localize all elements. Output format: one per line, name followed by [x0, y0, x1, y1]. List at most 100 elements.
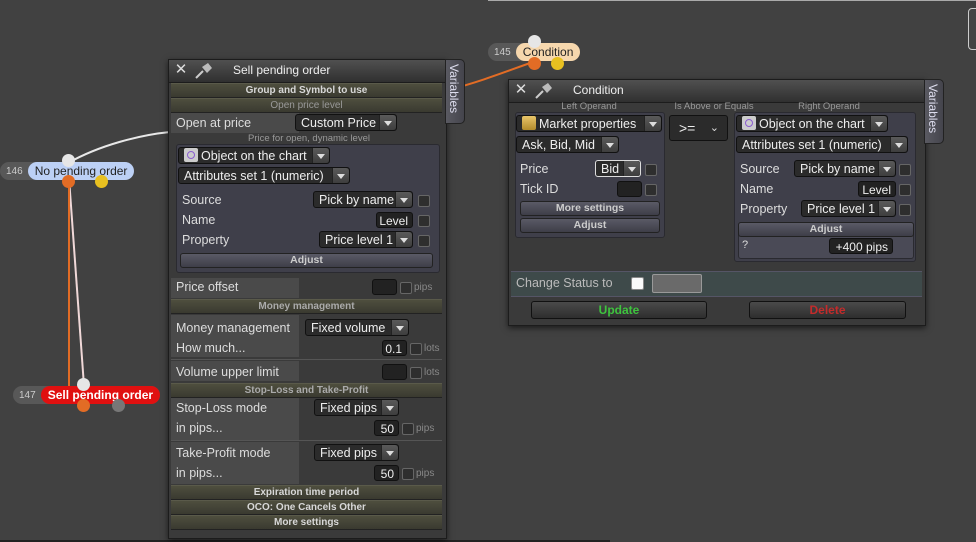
- section-oco[interactable]: OCO: One Cancels Other: [171, 500, 442, 515]
- how-much-field[interactable]: 0.1: [382, 340, 407, 356]
- price-sub-label: Price for open, dynamic level: [248, 133, 370, 144]
- tp-in-pips-checkbox[interactable]: [402, 468, 414, 480]
- node-input-connector[interactable]: [528, 35, 541, 48]
- left-adjust-button[interactable]: Adjust: [520, 218, 660, 233]
- dropdown-value: Object on the chart: [759, 117, 865, 131]
- right-property-checkbox[interactable]: [899, 204, 911, 216]
- tp-in-pips-label: in pips...: [176, 466, 223, 480]
- change-status-checkbox[interactable]: [631, 277, 644, 290]
- right-name-checkbox[interactable]: [899, 184, 911, 196]
- price-offset-checkbox[interactable]: [400, 282, 412, 294]
- price-offset-label: Price offset: [176, 280, 239, 294]
- take-profit-mode-dropdown[interactable]: Fixed pips: [314, 444, 399, 461]
- sl-in-pips-field[interactable]: 50: [374, 420, 399, 436]
- left-type-dropdown[interactable]: Ask, Bid, Mid: [516, 136, 619, 153]
- dropdown-value: Attributes set 1 (numeric): [742, 138, 882, 152]
- variables-tab[interactable]: Variables: [924, 79, 944, 144]
- panel-titlebar[interactable]: ✕ Sell pending order: [169, 60, 446, 83]
- side-handle[interactable]: [968, 8, 976, 50]
- name-field[interactable]: Level: [376, 212, 413, 228]
- adjust-question-label: ?: [742, 239, 749, 251]
- update-button[interactable]: Update: [531, 301, 707, 319]
- right-name-field[interactable]: Level: [858, 181, 896, 197]
- node-output-connector[interactable]: [112, 399, 125, 412]
- variables-tab[interactable]: Variables: [445, 59, 465, 124]
- right-name-label: Name: [740, 182, 774, 196]
- node-input-connector[interactable]: [77, 378, 90, 391]
- stop-loss-mode-dropdown[interactable]: Fixed pips: [314, 399, 399, 416]
- tick-id-field[interactable]: [617, 181, 642, 197]
- chevron-down-icon: [391, 320, 408, 335]
- volume-upper-limit-checkbox[interactable]: [410, 367, 422, 379]
- pin-icon[interactable]: [194, 62, 214, 80]
- section-group-symbol[interactable]: Group and Symbol to use: [171, 83, 442, 98]
- dropdown-value: Market properties: [539, 117, 637, 131]
- section-open-price[interactable]: Open price level: [171, 98, 442, 113]
- node-number: 145: [494, 46, 511, 58]
- price-offset-field[interactable]: [372, 279, 397, 295]
- section-sl-tp[interactable]: Stop-Loss and Take-Profit: [171, 383, 442, 398]
- node-output-connector[interactable]: [95, 175, 108, 188]
- section-more-settings[interactable]: More settings: [171, 515, 442, 530]
- property-dropdown[interactable]: Price level 1: [319, 231, 413, 248]
- price-dropdown[interactable]: Bid: [595, 160, 641, 177]
- left-source-dropdown[interactable]: Market properties: [516, 115, 662, 132]
- dropdown-value: Pick by name: [319, 193, 395, 207]
- node-output-connector[interactable]: [62, 175, 75, 188]
- panel-title: Sell pending order: [233, 63, 331, 77]
- node-output-connector[interactable]: [528, 57, 541, 70]
- status-color-field[interactable]: [652, 274, 702, 293]
- object-dropdown[interactable]: Object on the chart: [178, 147, 330, 164]
- property-checkbox[interactable]: [418, 235, 430, 247]
- how-much-checkbox[interactable]: [410, 343, 422, 355]
- pips-unit: pips: [416, 423, 435, 434]
- chevron-down-icon: [381, 445, 398, 460]
- node-number: 146: [6, 165, 23, 177]
- adjust-button[interactable]: Adjust: [180, 253, 433, 268]
- pin-icon[interactable]: [534, 82, 554, 100]
- right-attributes-dropdown[interactable]: Attributes set 1 (numeric): [736, 136, 908, 153]
- right-adjust-button[interactable]: Adjust: [738, 222, 914, 237]
- lots-unit: lots: [424, 343, 440, 354]
- name-checkbox[interactable]: [418, 215, 430, 227]
- attributes-dropdown[interactable]: Attributes set 1 (numeric): [178, 167, 350, 184]
- dropdown-value: Bid: [601, 162, 620, 176]
- chevron-down-icon: [395, 232, 412, 247]
- right-source-dropdown[interactable]: Object on the chart: [736, 115, 888, 132]
- delete-button[interactable]: Delete: [749, 301, 906, 319]
- right-source-checkbox[interactable]: [899, 164, 911, 176]
- more-settings-button[interactable]: More settings: [520, 201, 660, 216]
- node-label: Condition: [515, 43, 581, 61]
- stop-loss-mode-label: Stop-Loss mode: [176, 401, 268, 415]
- dropdown-value: Pick by name: [800, 162, 876, 176]
- node-label: Sell pending order: [40, 386, 161, 404]
- section-money-management[interactable]: Money management: [171, 299, 442, 314]
- volume-upper-limit-field[interactable]: [382, 364, 407, 380]
- volume-upper-limit-label: Volume upper limit: [176, 365, 279, 379]
- tp-in-pips-field[interactable]: 50: [374, 465, 399, 481]
- chart-object-icon: [184, 148, 198, 162]
- source-checkbox[interactable]: [418, 195, 430, 207]
- chevron-down-icon: [379, 115, 396, 130]
- node-output-connector[interactable]: [77, 399, 90, 412]
- adjust-value-field[interactable]: +400 pips: [829, 238, 893, 254]
- close-icon[interactable]: ✕: [174, 62, 188, 77]
- node-input-connector[interactable]: [62, 154, 75, 167]
- sl-in-pips-checkbox[interactable]: [402, 423, 414, 435]
- right-property-dropdown[interactable]: Price level 1: [801, 200, 896, 217]
- close-icon[interactable]: ✕: [514, 82, 528, 97]
- money-management-dropdown[interactable]: Fixed volume: [305, 319, 409, 336]
- operator-dropdown[interactable]: >= ⌄: [669, 115, 728, 141]
- variables-tab-label: Variables: [926, 84, 940, 134]
- source-dropdown[interactable]: Pick by name: [313, 191, 413, 208]
- open-at-price-dropdown[interactable]: Custom Price: [295, 114, 397, 131]
- node-output-connector[interactable]: [551, 57, 564, 70]
- dropdown-value: Price level 1: [807, 202, 876, 216]
- chevron-down-icon: [623, 161, 640, 176]
- right-source-pick-dropdown[interactable]: Pick by name: [794, 160, 896, 177]
- tick-id-checkbox[interactable]: [645, 184, 657, 196]
- price-checkbox[interactable]: [645, 164, 657, 176]
- panel-titlebar[interactable]: ✕ Condition: [509, 80, 925, 103]
- node-number: 147: [19, 389, 36, 401]
- section-expiration[interactable]: Expiration time period: [171, 485, 442, 500]
